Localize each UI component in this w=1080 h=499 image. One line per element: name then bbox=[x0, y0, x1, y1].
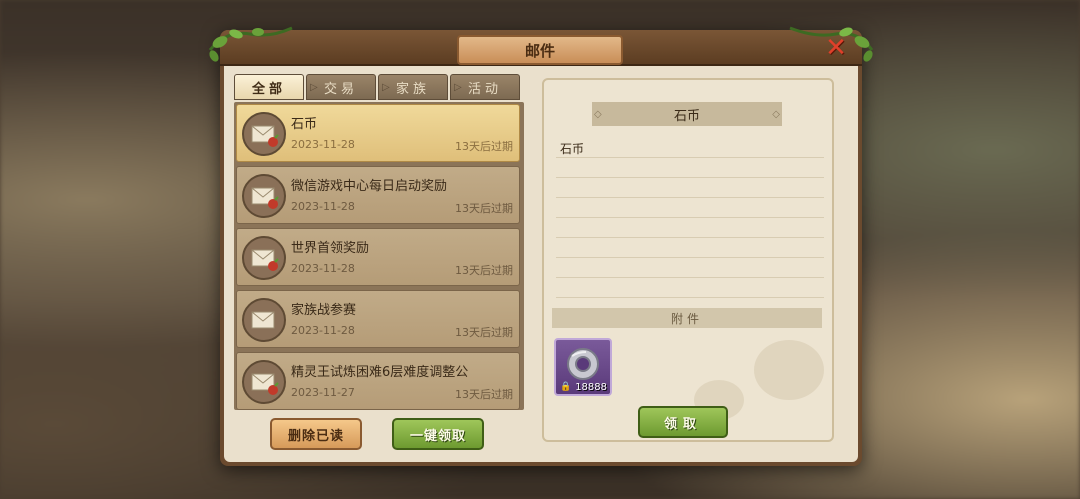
list-item[interactable]: 精灵王试炼困难6层难度调整公 2023-11-27 13天后过期 bbox=[236, 352, 520, 410]
mail-expire: 13天后过期 bbox=[455, 264, 513, 277]
chevron-right-icon: ▷ bbox=[454, 81, 462, 93]
tab-activity[interactable]: ▷ 活动 bbox=[450, 74, 520, 100]
detail-title: 石币 bbox=[592, 102, 782, 126]
mail-detail-panel: 石币 石币 附件 🔒 18888 bbox=[542, 78, 834, 442]
list-item[interactable]: 石币 2023-11-28 13天后过期 bbox=[236, 104, 520, 162]
claim-button[interactable]: 领取 bbox=[638, 406, 728, 438]
content-lines bbox=[556, 138, 824, 302]
mail-tabs: 全部 ▷ 交易 ▷ 家族 ▷ 活动 bbox=[234, 74, 520, 100]
mail-title: 微信游戏中心每日启动奖励 bbox=[291, 179, 448, 194]
mail-date: 2023-11-28 bbox=[291, 262, 355, 275]
detail-body: 石币 bbox=[560, 142, 585, 156]
letter-icon bbox=[242, 298, 286, 342]
lock-icon: 🔒 bbox=[560, 382, 572, 392]
mail-list[interactable]: 石币 2023-11-28 13天后过期 微信游戏中心每日启动奖励 2023-1… bbox=[234, 102, 524, 410]
tab-trade[interactable]: ▷ 交易 bbox=[306, 74, 376, 100]
letter-icon bbox=[242, 360, 286, 404]
chevron-right-icon: ▷ bbox=[382, 81, 390, 93]
stone-decoration bbox=[754, 340, 824, 400]
attachment-header: 附件 bbox=[552, 308, 822, 328]
close-button[interactable]: ✕ bbox=[824, 35, 848, 61]
mail-title: 石币 bbox=[291, 117, 318, 132]
mail-date: 2023-11-28 bbox=[291, 324, 355, 337]
vine-decoration-left-icon bbox=[208, 26, 293, 62]
list-item[interactable]: 世界首领奖励 2023-11-28 13天后过期 bbox=[236, 228, 520, 286]
letter-icon bbox=[242, 236, 286, 280]
tab-trade-label: 交易 bbox=[323, 81, 358, 97]
dialog-title: 邮件 bbox=[457, 35, 623, 65]
tab-family-label: 家族 bbox=[395, 81, 430, 97]
mail-expire: 13天后过期 bbox=[455, 140, 513, 153]
mail-date: 2023-11-28 bbox=[291, 200, 355, 213]
tab-activity-label: 活动 bbox=[467, 81, 502, 97]
mail-date: 2023-11-28 bbox=[291, 138, 355, 151]
mail-date: 2023-11-27 bbox=[291, 386, 355, 399]
delete-read-button[interactable]: 删除已读 bbox=[270, 418, 362, 450]
mail-title: 家族战参赛 bbox=[291, 303, 357, 318]
mail-expire: 13天后过期 bbox=[455, 326, 513, 339]
tab-family[interactable]: ▷ 家族 bbox=[378, 74, 448, 100]
list-item[interactable]: 家族战参赛 2023-11-28 13天后过期 bbox=[236, 290, 520, 348]
mail-title: 精灵王试炼困难6层难度调整公 bbox=[291, 365, 469, 380]
letter-icon bbox=[242, 174, 286, 218]
list-item[interactable]: 微信游戏中心每日启动奖励 2023-11-28 13天后过期 bbox=[236, 166, 520, 224]
tab-all-label: 全部 bbox=[251, 81, 286, 97]
mail-title: 世界首领奖励 bbox=[291, 241, 370, 256]
letter-icon bbox=[242, 112, 286, 156]
attachment-item[interactable]: 🔒 18888 bbox=[554, 338, 612, 396]
mail-expire: 13天后过期 bbox=[455, 202, 513, 215]
claim-all-button[interactable]: 一键领取 bbox=[392, 418, 484, 450]
item-count: 18888 bbox=[575, 382, 607, 393]
chevron-right-icon: ▷ bbox=[310, 81, 318, 93]
tab-all[interactable]: 全部 bbox=[234, 74, 304, 100]
mail-expire: 13天后过期 bbox=[455, 388, 513, 401]
mail-dialog: 邮件 ✕ 全部 ▷ 交易 ▷ 家族 ▷ 活动 石币 2023-11-28 13天后过期… bbox=[208, 26, 874, 466]
